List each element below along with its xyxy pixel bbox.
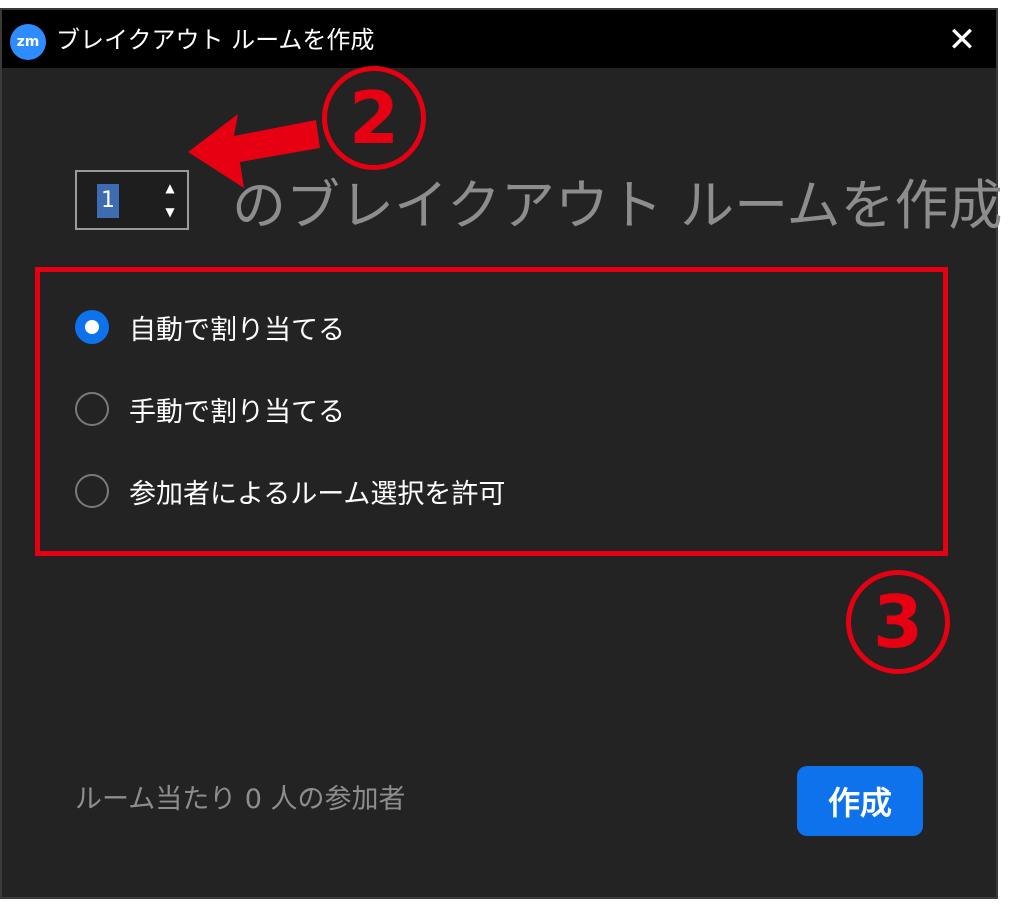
participants-per-room-text: ルーム当たり 0 人の参加者 [75, 784, 406, 815]
annotation-arrow [188, 114, 320, 188]
option-label-self-select: 参加者によるルーム選択を許可 [129, 478, 506, 510]
room-count-stepper[interactable]: 1 ▲ ▼ [75, 170, 189, 230]
window-title: ブレイクアウト ルームを作成 [56, 26, 375, 54]
title-bar: zm ブレイクアウト ルームを作成 ✕ [2, 10, 996, 68]
create-button[interactable]: 作成 [797, 766, 923, 836]
annotation-marker-3: 3 [846, 570, 950, 674]
create-rooms-heading: のブレイクアウト ルームを作成 [232, 174, 1003, 237]
decrement-icon[interactable]: ▼ [161, 203, 179, 221]
radio-self-select[interactable] [75, 474, 109, 508]
option-manual-assign[interactable]: 手動で割り当てる [75, 389, 345, 429]
option-label-auto-assign: 自動で割り当てる [129, 314, 345, 346]
increment-icon[interactable]: ▲ [161, 179, 179, 197]
annotation-marker-2: 2 [322, 66, 426, 170]
option-self-select[interactable]: 参加者によるルーム選択を許可 [75, 471, 505, 511]
room-count-input[interactable]: 1 [97, 184, 119, 218]
option-label-manual-assign: 手動で割り当てる [129, 396, 345, 428]
radio-manual-assign[interactable] [75, 392, 109, 426]
zoom-app-icon: zm [10, 24, 46, 60]
option-auto-assign[interactable]: 自動で割り当てる [75, 307, 345, 347]
close-icon[interactable]: ✕ [940, 18, 984, 62]
radio-auto-assign[interactable] [75, 310, 109, 344]
